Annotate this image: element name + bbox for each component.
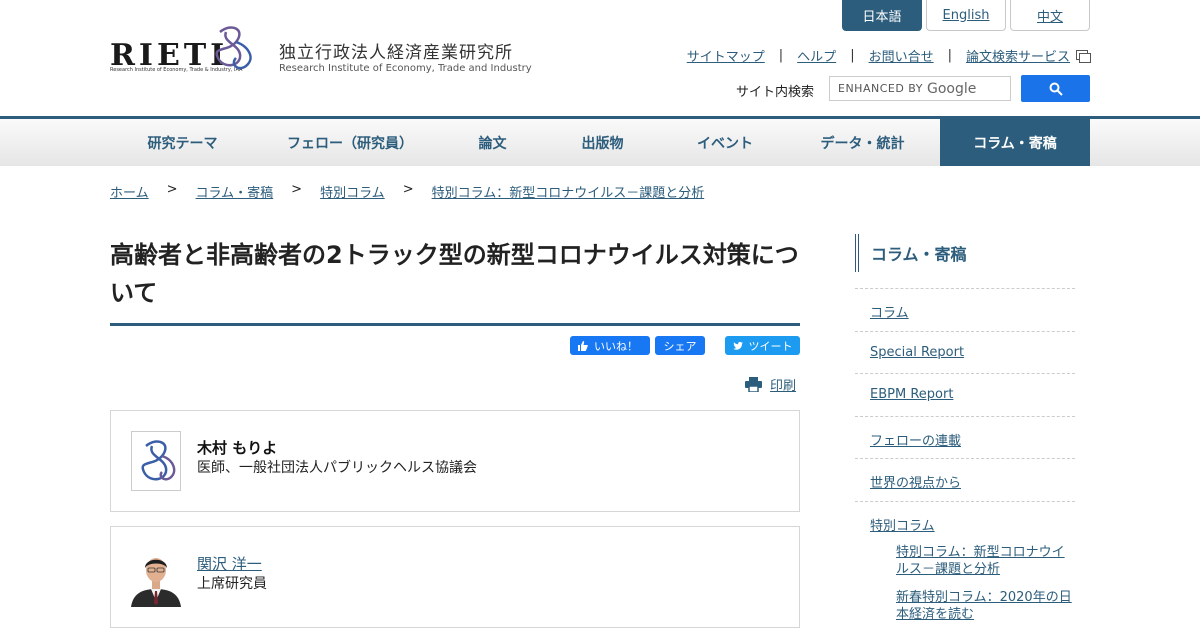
lang-chinese[interactable]: 中文 — [1010, 0, 1090, 31]
site-header: RIETI Research Institute of Economy, Tra… — [0, 0, 1200, 116]
author-card: 関沢 洋一 上席研究員 — [110, 526, 800, 628]
nav-fellows[interactable]: フェロー（研究員） — [255, 119, 445, 166]
facebook-share-button[interactable]: シェア — [655, 336, 705, 355]
site-search-label: サイト内検索 — [736, 85, 815, 100]
sidebar-item-world-perspectives[interactable]: 世界の視点から — [855, 458, 1075, 501]
breadcrumb: ホーム > コラム・寄稿 > 特別コラム > 特別コラム：新型コロナウイルス－課… — [110, 182, 704, 201]
sidebar-item-fellow-series[interactable]: フェローの連載 — [855, 416, 1075, 458]
help-link[interactable]: ヘルプ — [797, 46, 836, 65]
nav-publications[interactable]: 出版物 — [540, 119, 665, 166]
org-name-jp: 独立行政法人経済産業研究所 — [279, 43, 513, 63]
contact-link[interactable]: お問い合せ — [869, 46, 934, 65]
external-window-icon — [1076, 49, 1091, 63]
author-photo — [131, 549, 181, 607]
utility-separator: | — [850, 48, 855, 63]
paper-search-link[interactable]: 論文検索サービス — [966, 46, 1070, 65]
utility-separator: | — [947, 48, 952, 63]
author-placeholder-avatar — [131, 431, 181, 491]
lang-english[interactable]: English — [926, 0, 1006, 31]
utility-separator: | — [778, 48, 784, 63]
breadcrumb-special-column[interactable]: 特別コラム — [320, 182, 385, 201]
rieti-logo[interactable]: RIETI Research Institute of Economy, Tra… — [110, 24, 260, 76]
logo-knot-icon — [215, 26, 252, 70]
breadcrumb-home[interactable]: ホーム — [110, 182, 149, 201]
sidebar-item-column[interactable]: コラム — [855, 288, 1075, 331]
search-placeholder-brand: Google — [926, 80, 977, 97]
nav-events[interactable]: イベント — [665, 119, 785, 166]
nav-papers[interactable]: 論文 — [445, 119, 540, 166]
author-affiliation: 医師、一般社団法人パブリックヘルス協議会 — [197, 460, 477, 476]
page-title: 高齢者と非高齢者の2トラック型の新型コロナウイルス対策について — [110, 241, 799, 307]
thumbs-up-icon — [578, 340, 588, 351]
breadcrumb-covid-series[interactable]: 特別コラム：新型コロナウイルス－課題と分析 — [432, 182, 705, 201]
sidebar-item-special-report[interactable]: Special Report — [855, 331, 1075, 373]
author-name-link[interactable]: 関沢 洋一 — [197, 553, 262, 574]
sidebar-subitem-new-year-2020[interactable]: 新春特別コラム：2020年の日本経済を読む — [896, 589, 1076, 623]
sidebar-item-special-column[interactable]: 特別コラム — [855, 501, 1075, 541]
print-link[interactable]: 印刷 — [745, 375, 796, 394]
org-name-en: Research Institute of Economy, Trade and… — [279, 63, 532, 74]
search-icon — [1049, 82, 1063, 96]
breadcrumb-separator: > — [291, 182, 303, 197]
tweet-button[interactable]: ツイート — [725, 336, 800, 355]
facebook-like-label: いいね！ — [594, 339, 638, 353]
utility-links: サイトマップ | ヘルプ | お問い合せ | 論文検索サービス — [687, 46, 1091, 65]
search-button[interactable] — [1021, 75, 1090, 102]
nav-columns[interactable]: コラム・寄稿 — [940, 119, 1090, 166]
breadcrumb-columns[interactable]: コラム・寄稿 — [196, 182, 274, 201]
twitter-bird-icon — [732, 341, 743, 350]
search-placeholder-prefix: ENHANCED BY — [838, 82, 923, 95]
nav-research-themes[interactable]: 研究テーマ — [110, 119, 255, 166]
sidebar-item-ebpm-report[interactable]: EBPM Report — [855, 373, 1075, 416]
sidebar-subitem-covid-series[interactable]: 特別コラム：新型コロナウイルス－課題と分析 — [896, 544, 1076, 578]
facebook-like-button[interactable]: いいね！ — [570, 336, 650, 355]
title-divider — [110, 323, 800, 326]
sidebar-heading: コラム・寄稿 — [855, 234, 1075, 272]
tweet-label: ツイート — [748, 339, 793, 353]
search-input[interactable]: ENHANCED BY Google — [829, 76, 1011, 101]
nav-data-statistics[interactable]: データ・統計 — [785, 119, 940, 166]
rieti-knot-icon — [141, 440, 176, 481]
print-label[interactable]: 印刷 — [770, 375, 796, 394]
author-card: 木村 もりよ 医師、一般社団法人パブリックヘルス協議会 — [110, 410, 800, 512]
author-name: 木村 もりよ — [197, 439, 278, 457]
person-photo-icon — [131, 549, 181, 607]
printer-icon — [745, 377, 762, 392]
lang-japanese[interactable]: 日本語 — [842, 0, 922, 31]
breadcrumb-separator: > — [402, 182, 414, 197]
author-affiliation: 上席研究員 — [197, 576, 267, 592]
main-nav: 研究テーマ フェロー（研究員） 論文 出版物 イベント データ・統計 コラム・寄… — [0, 116, 1200, 166]
breadcrumb-separator: > — [166, 182, 178, 197]
sitemap-link[interactable]: サイトマップ — [687, 46, 765, 65]
